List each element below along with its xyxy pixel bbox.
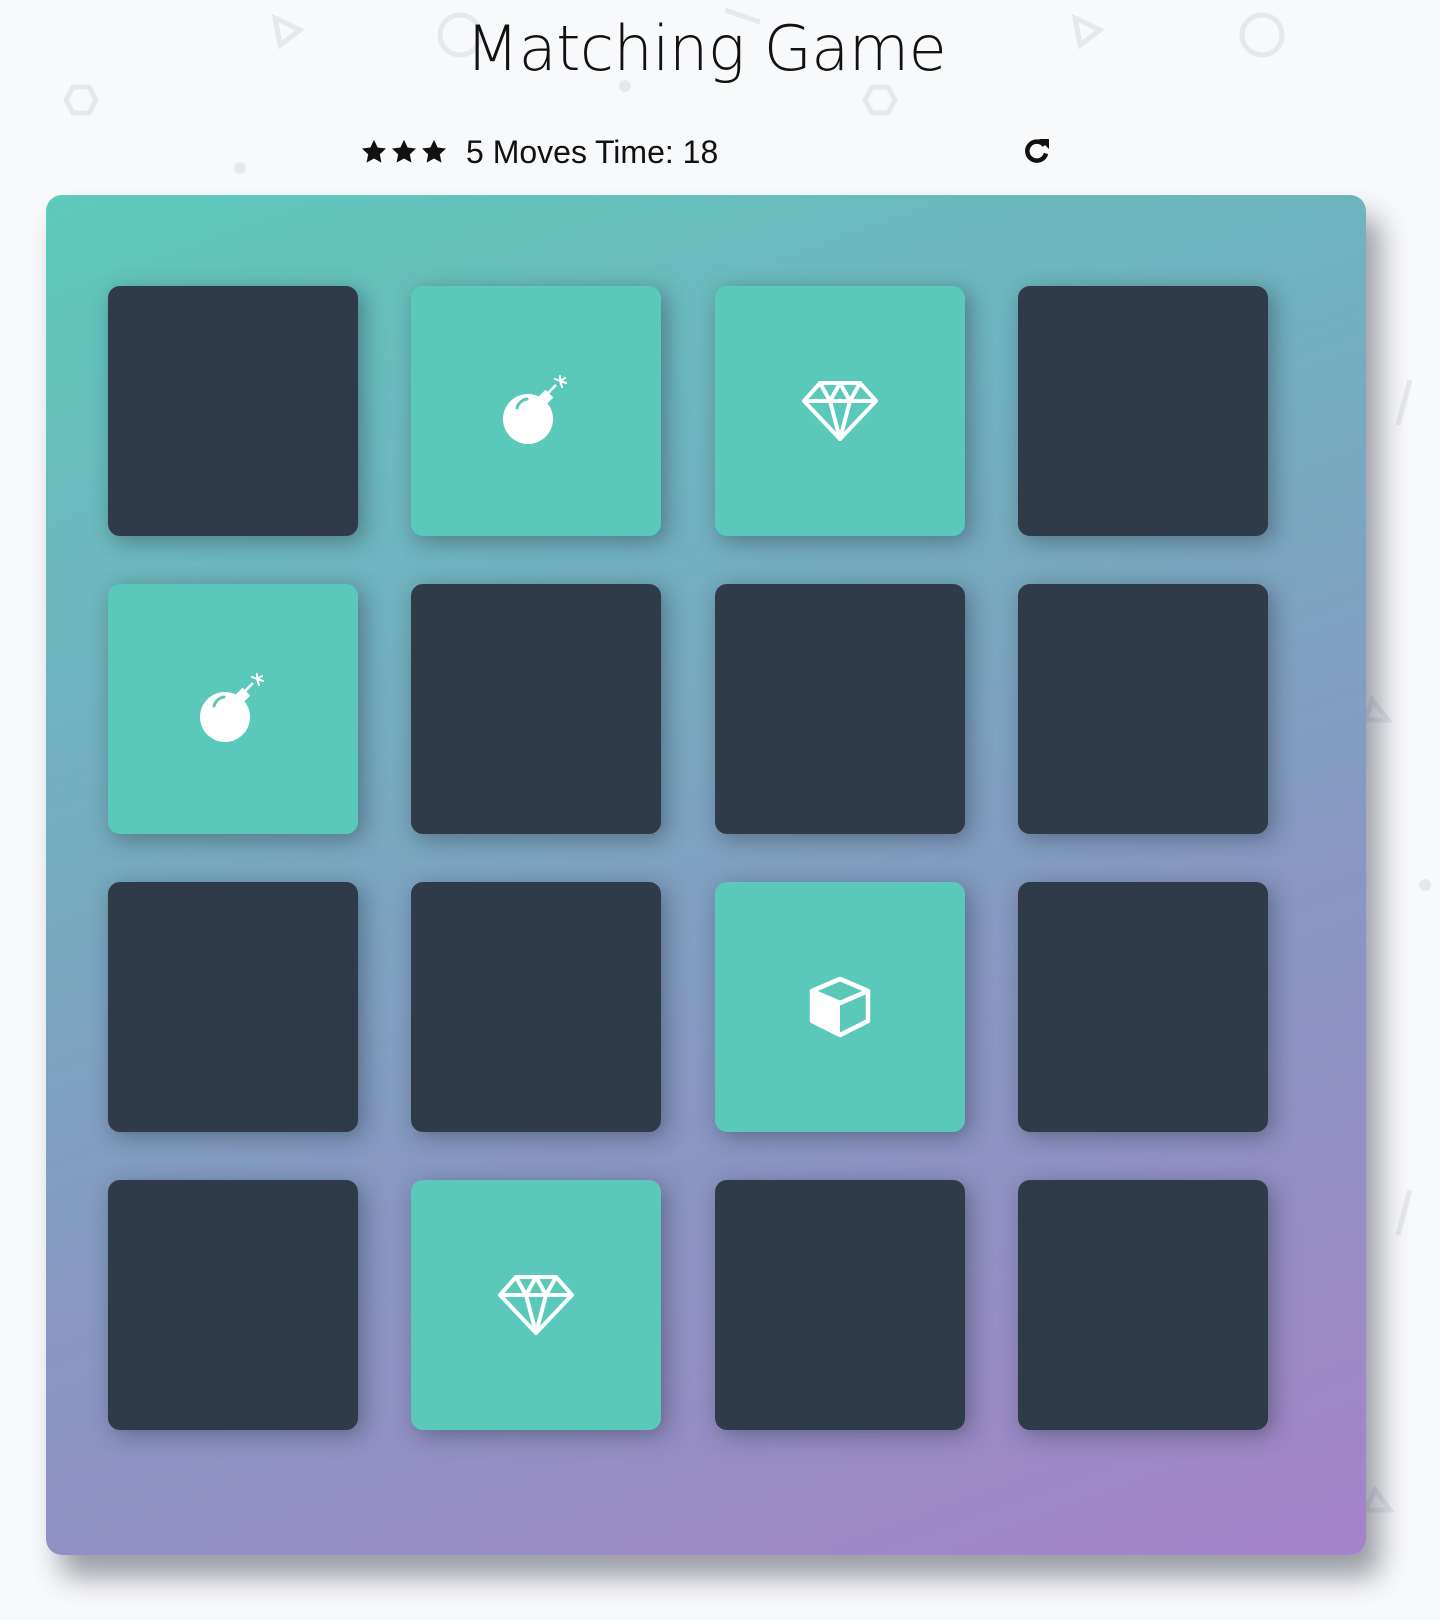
restart-button[interactable]	[1020, 134, 1054, 168]
moves-counter: 5 Moves	[466, 133, 587, 170]
card-r1-c1[interactable]	[108, 286, 358, 536]
diamond-icon	[496, 1273, 576, 1337]
star-icon	[361, 139, 387, 163]
card-r2-c1[interactable]	[108, 584, 358, 834]
card-r1-c4[interactable]	[1018, 286, 1268, 536]
score-panel: 5 Moves Time: 18	[360, 128, 1060, 176]
cube-icon	[807, 974, 873, 1040]
card-deck	[46, 195, 1366, 1555]
bomb-icon	[500, 375, 572, 447]
card-r1-c3[interactable]	[715, 286, 965, 536]
card-r4-c2[interactable]	[411, 1180, 661, 1430]
card-r2-c2[interactable]	[411, 584, 661, 834]
star-rating	[360, 138, 448, 166]
refresh-icon	[1025, 139, 1049, 163]
card-r4-c3[interactable]	[715, 1180, 965, 1430]
bomb-icon	[197, 673, 269, 745]
card-r4-c1[interactable]	[108, 1180, 358, 1430]
card-r3-c3[interactable]	[715, 882, 965, 1132]
page-title: Matching Game	[465, 12, 947, 85]
card-r4-c4[interactable]	[1018, 1180, 1268, 1430]
star-icon	[421, 139, 447, 163]
card-r2-c4[interactable]	[1018, 584, 1268, 834]
card-r3-c1[interactable]	[108, 882, 358, 1132]
card-r2-c3[interactable]	[715, 584, 965, 834]
card-r3-c4[interactable]	[1018, 882, 1268, 1132]
timer: Time: 18	[594, 133, 719, 170]
card-r1-c2[interactable]	[411, 286, 661, 536]
star-icon	[391, 139, 417, 163]
card-r3-c2[interactable]	[411, 882, 661, 1132]
diamond-icon	[800, 379, 880, 443]
